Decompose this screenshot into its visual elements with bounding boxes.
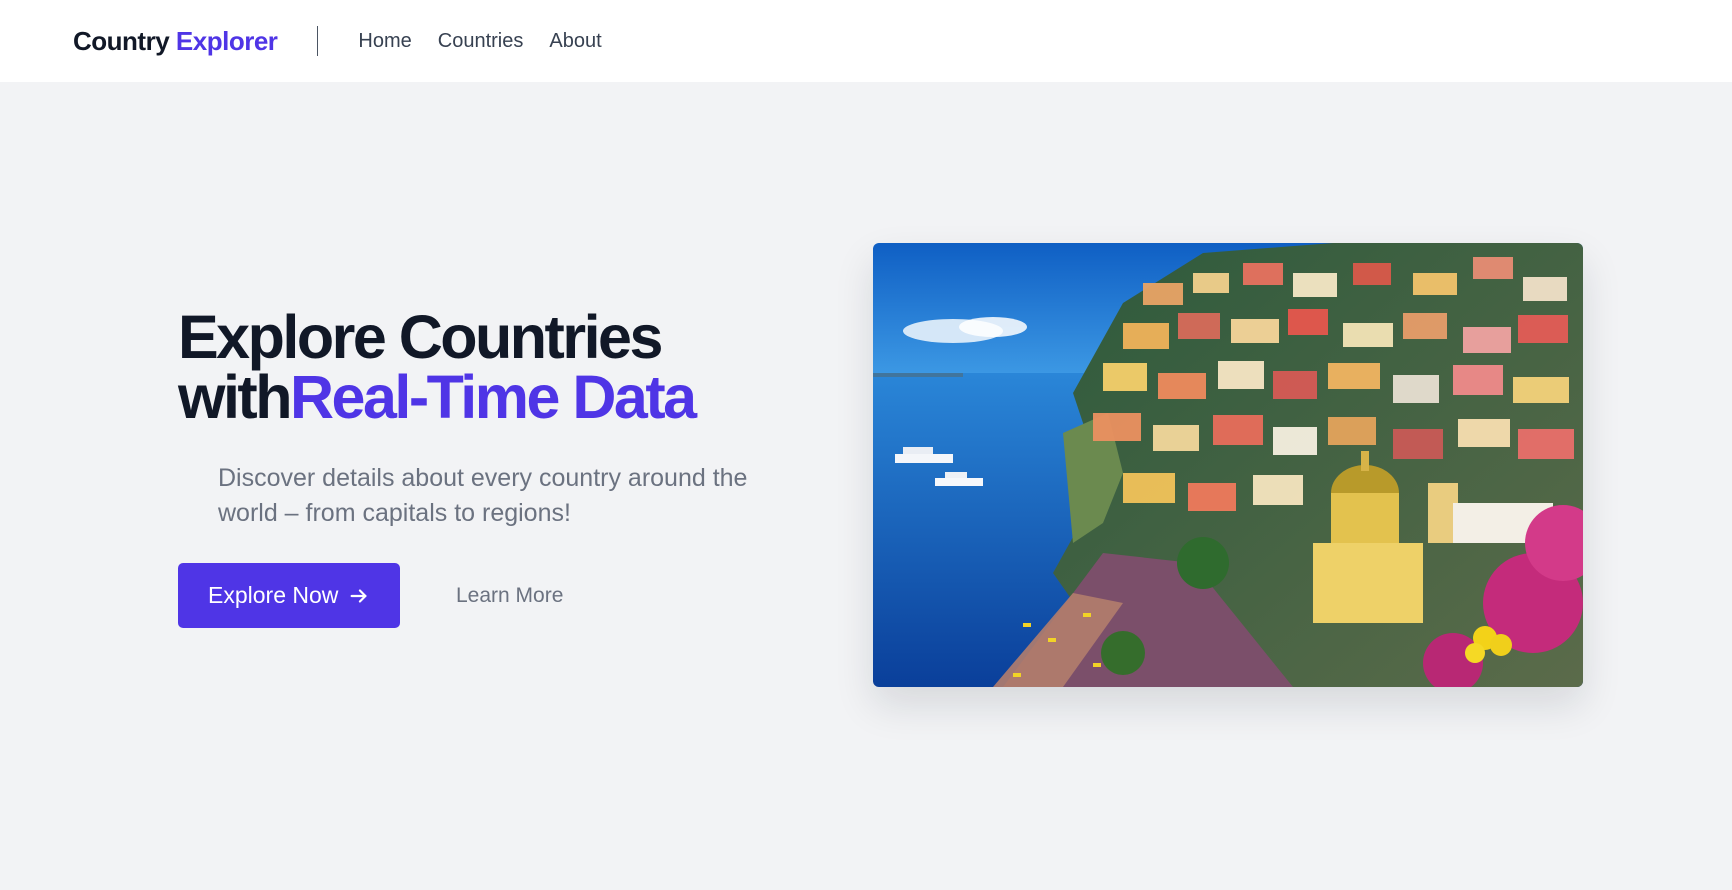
hero-content: Explore Countries withReal-Time Data Dis… [178, 307, 798, 628]
hero-title-prefix: with [178, 363, 292, 431]
hero-description: Discover details about every country aro… [218, 464, 748, 527]
hero-title-accent: Real-Time Data [289, 363, 697, 431]
nav-link-countries[interactable]: Countries [438, 30, 524, 53]
learn-more-button[interactable]: Learn More [450, 583, 569, 609]
top-navbar: Country Explorer Home Countries About [0, 0, 1732, 82]
hero-title: Explore Countries withReal-Time Data [178, 307, 798, 428]
brand-logo[interactable]: Country Explorer [73, 25, 278, 57]
coastal-village-photo [873, 243, 1583, 687]
nav-divider [317, 26, 319, 56]
hero-title-line1: Explore Countries [178, 303, 663, 371]
hero-image [873, 243, 1583, 687]
hero-section: Explore Countries withReal-Time Data Dis… [0, 82, 1732, 890]
brand-name-part1: Country [73, 25, 170, 56]
nav-link-home[interactable]: Home [358, 30, 411, 53]
arrow-right-icon [350, 588, 367, 603]
explore-now-button[interactable]: Explore Now [178, 563, 400, 628]
nav-links: Home Countries About [358, 30, 601, 53]
cta-row: Explore Now Learn More [178, 563, 798, 628]
nav-link-about[interactable]: About [549, 30, 601, 53]
explore-now-label: Explore Now [208, 582, 339, 608]
brand-name-part2: Explorer [175, 25, 278, 56]
